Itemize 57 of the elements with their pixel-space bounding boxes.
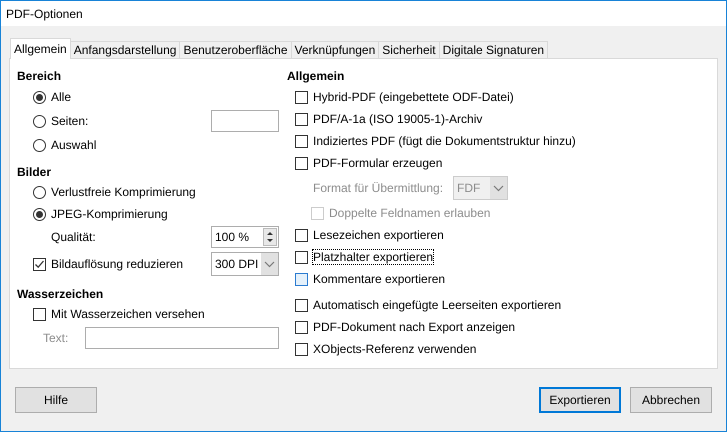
section-heading: Bilder (17, 164, 52, 181)
dialog-button[interactable]: Exportieren (539, 387, 621, 413)
checkbox[interactable] (295, 112, 308, 126)
section-heading: Allgemein (287, 68, 346, 84)
radio-button[interactable] (33, 186, 46, 198)
pages-field[interactable] (211, 110, 279, 132)
radio-button[interactable] (33, 138, 46, 152)
option-label: Kommentare exportieren (313, 272, 446, 286)
quality-label: Qualität: (51, 230, 96, 244)
tab[interactable]: Anfangsdarstellung (70, 41, 180, 58)
option-label: PDF-Dokument nach Export anzeigen (313, 320, 516, 334)
chevron-down-icon (261, 253, 278, 275)
option-label: Alle (51, 90, 72, 104)
tab[interactable]: Digitale Signaturen (438, 41, 548, 58)
checkbox[interactable] (295, 134, 308, 148)
quality-spinbox[interactable]: 100 % (211, 226, 279, 248)
radio-button[interactable] (33, 90, 46, 104)
checkbox[interactable] (295, 90, 308, 104)
checkbox[interactable] (295, 342, 308, 356)
option-label: XObjects-Referenz verwenden (313, 342, 476, 356)
tab[interactable]: Allgemein (10, 38, 71, 59)
checkbox[interactable] (33, 308, 46, 320)
option-label: Verlustfreie Komprimierung (51, 185, 196, 199)
resolution-dropdown[interactable]: 300 DPI (211, 252, 279, 276)
radio-button[interactable] (33, 208, 46, 220)
checkbox[interactable] (295, 272, 308, 286)
text-label: Text: (43, 331, 68, 345)
format-label: Format für Übermittlung: (313, 181, 444, 195)
option-label: Bildauflösung reduzieren (51, 257, 184, 271)
section-heading: Wasserzeichen (17, 286, 104, 303)
section-heading: Bereich (17, 68, 62, 85)
option-label: Auswahl (51, 138, 96, 152)
option-label: JPEG-Komprimierung (51, 207, 168, 221)
watermark-text-field[interactable] (85, 327, 279, 349)
chevron-down-icon (490, 177, 508, 199)
checkbox[interactable] (295, 320, 308, 334)
radio-button[interactable] (33, 114, 46, 128)
checkbox[interactable] (295, 228, 308, 242)
option-label: Indiziertes PDF (fügt die Dokumentstruktur hinzu) (313, 134, 576, 148)
checkbox[interactable] (295, 298, 308, 312)
window-title: PDF-Optionen (6, 6, 83, 20)
option-label: Lesezeichen exportieren (313, 228, 444, 242)
option-label: Automatisch eingefügte Leerseiten exportieren (313, 298, 562, 312)
checkbox[interactable] (33, 258, 46, 270)
dialog-button[interactable]: Abbrechen (630, 387, 712, 413)
help-button[interactable]: Hilfe (15, 387, 97, 413)
option-label: Doppelte Feldnamen erlauben (329, 206, 490, 220)
option-label: Mit Wasserzeichen versehen (51, 307, 205, 321)
spin-arrows-icon[interactable] (263, 228, 277, 246)
checkbox[interactable] (295, 250, 308, 264)
option-label: Hybrid-PDF (eingebettete ODF-Datei) (313, 90, 514, 104)
option-label: PDF-Formular erzeugen (313, 156, 442, 170)
option-label: PDF/A-1a (ISO 19005-1)-Archiv (313, 112, 482, 126)
checkbox[interactable] (295, 156, 308, 170)
option-label: Platzhalter exportieren (313, 250, 434, 264)
option-label: Seiten: (51, 114, 88, 128)
tab[interactable]: Verknüpfungen (290, 41, 380, 58)
